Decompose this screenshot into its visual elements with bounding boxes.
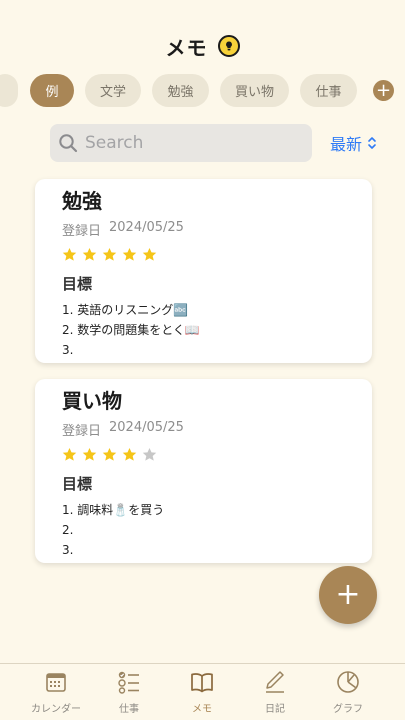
tab-label: 日記	[265, 704, 285, 715]
category-chip-literature[interactable]: 文学	[85, 74, 141, 107]
goal-item: 1. 調味料🧂を買う	[62, 503, 165, 517]
star-filled-icon	[102, 247, 117, 261]
pie-chart-icon	[337, 671, 359, 693]
lightbulb-icon[interactable]	[217, 35, 240, 57]
category-chip-example[interactable]: 例	[30, 74, 74, 107]
goal-label: 目標	[62, 275, 93, 293]
page-title: メモ	[165, 35, 208, 60]
tab-calendar[interactable]: カレンダー	[16, 670, 96, 715]
search-icon	[59, 134, 78, 153]
pencil-icon	[266, 671, 284, 693]
date-value: 2024/05/25	[109, 220, 184, 235]
book-icon	[191, 673, 213, 693]
goal-item: 3.	[62, 343, 74, 357]
goal-list: 1. 調味料🧂を買う 2. 3.	[62, 500, 372, 560]
calendar-icon	[46, 673, 66, 692]
tab-work[interactable]: 仕事	[89, 670, 169, 715]
memo-date-row: 登録日 2024/05/25	[62, 220, 372, 239]
rating-stars	[62, 447, 372, 467]
memo-screen: メモ 例 文学 勉強 買い物 仕事 + 最新 勉強 登録日 2024/05/25	[0, 0, 405, 720]
goal-item: 2. 数学の問題集をとく📖	[62, 323, 200, 337]
search-input[interactable]	[85, 133, 305, 153]
tab-memo[interactable]: メモ	[162, 670, 242, 715]
goal-item: 3.	[62, 543, 74, 557]
goal-list: 1. 英語のリスニング🔤 2. 数学の問題集をとく📖 3.	[62, 300, 372, 360]
add-memo-button[interactable]: +	[319, 566, 377, 624]
tab-label: 仕事	[119, 704, 139, 715]
checklist-icon	[118, 671, 139, 694]
memo-title: 勉強	[62, 189, 102, 213]
add-category-button[interactable]: +	[373, 80, 394, 101]
goal-item: 1. 英語のリスニング🔤	[62, 303, 189, 317]
star-filled-icon	[142, 247, 157, 261]
star-filled-icon	[82, 447, 97, 461]
search-bar	[50, 124, 312, 162]
tab-label: カレンダー	[31, 704, 81, 715]
tab-diary[interactable]: 日記	[235, 670, 315, 715]
goal-label: 目標	[62, 475, 93, 493]
sort-button[interactable]: 最新	[330, 131, 377, 155]
tab-bar: カレンダー 仕事 メモ 日記 グラフ	[0, 663, 405, 720]
category-chip-study[interactable]: 勉強	[152, 74, 209, 107]
chevron-up-down-icon	[368, 137, 376, 149]
sort-label: 最新	[330, 135, 363, 154]
category-bar: 例 文学 勉強 買い物 仕事	[0, 74, 405, 108]
header: メモ	[0, 30, 405, 62]
date-value: 2024/05/25	[109, 420, 184, 435]
category-chip-partial[interactable]	[0, 74, 18, 107]
rating-stars	[62, 247, 372, 267]
star-filled-icon	[122, 447, 137, 461]
memo-title: 買い物	[62, 389, 122, 413]
star-empty-icon	[142, 447, 157, 461]
tab-graph[interactable]: グラフ	[308, 670, 388, 715]
date-label: 登録日	[62, 424, 102, 439]
category-chip-work[interactable]: 仕事	[300, 74, 357, 107]
star-filled-icon	[62, 447, 77, 461]
star-filled-icon	[102, 447, 117, 461]
tab-label: メモ	[192, 704, 212, 715]
date-label: 登録日	[62, 224, 102, 239]
star-filled-icon	[62, 247, 77, 261]
tab-label: グラフ	[333, 704, 363, 715]
category-chip-shopping[interactable]: 買い物	[220, 74, 289, 107]
memo-card[interactable]: 勉強 登録日 2024/05/25 目標 1. 英語のリスニング🔤 2. 数学の…	[35, 179, 372, 363]
star-filled-icon	[122, 247, 137, 261]
goal-item: 2.	[62, 523, 74, 537]
memo-card[interactable]: 買い物 登録日 2024/05/25 目標 1. 調味料🧂を買う 2. 3.	[35, 379, 372, 563]
star-filled-icon	[82, 247, 97, 261]
memo-date-row: 登録日 2024/05/25	[62, 420, 372, 439]
